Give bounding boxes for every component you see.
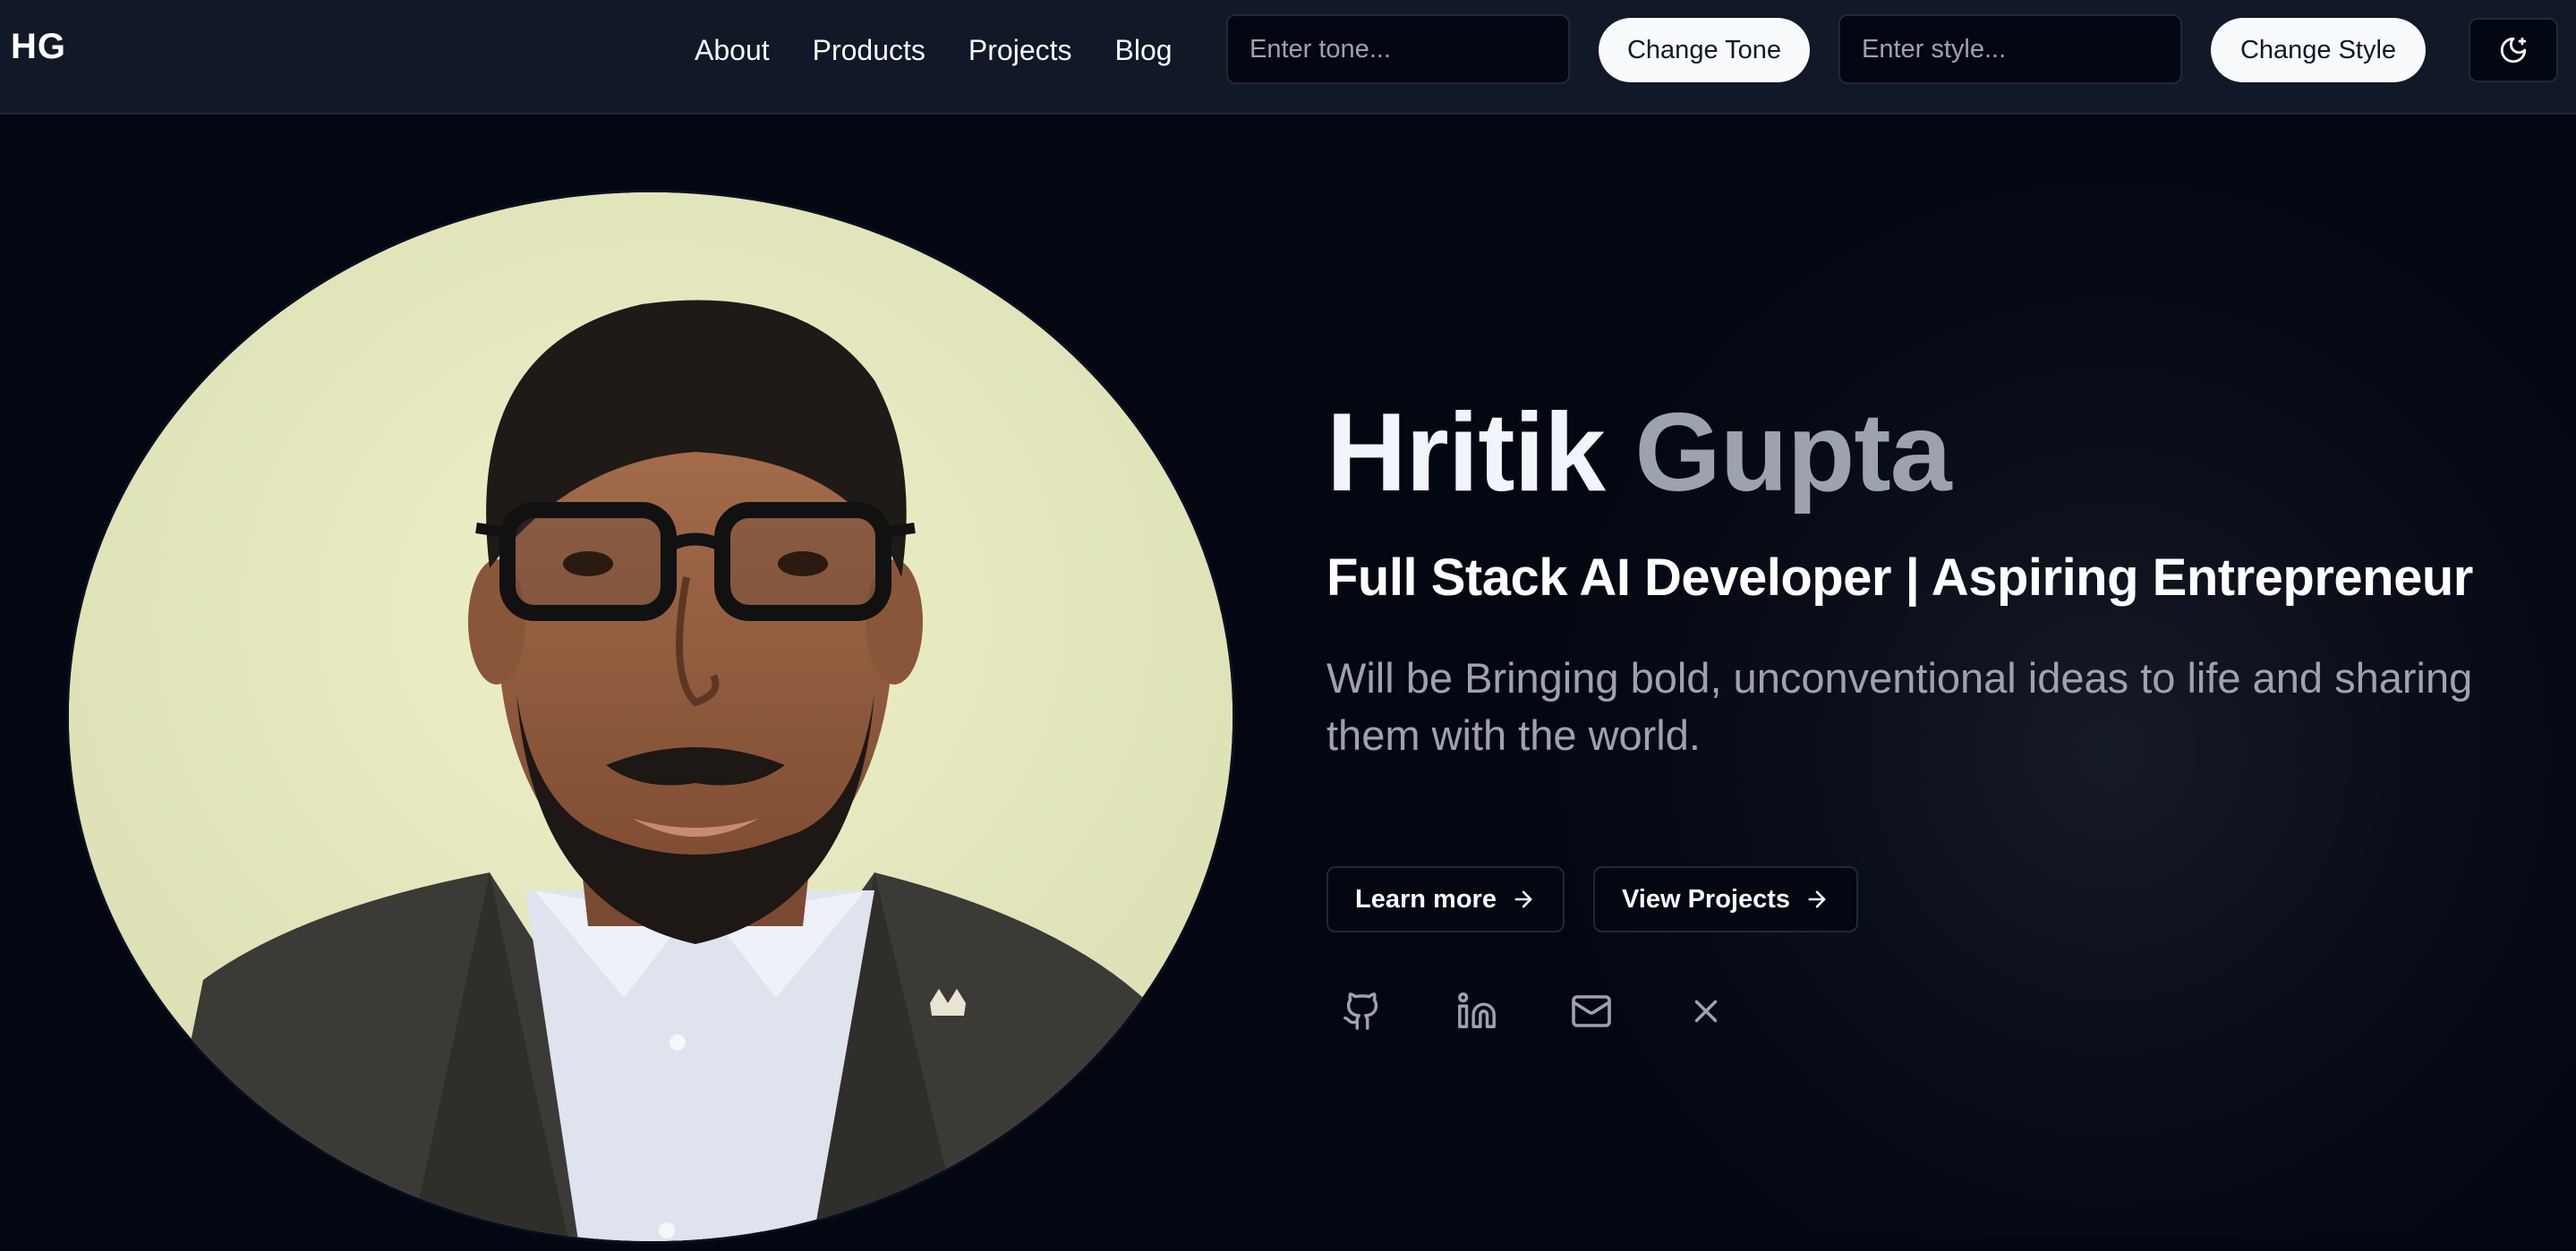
nav-links: About Products Projects Blog [695,32,1215,68]
hero-bio: Will be Bringing bold, unconventional id… [1326,654,2473,759]
x-link[interactable] [1677,983,1735,1040]
navbar: HG About Products Projects Blog Change T… [0,0,2576,115]
email-link[interactable] [1563,983,1620,1040]
moon-stars-icon [2500,37,2527,64]
learn-more-button[interactable]: Learn more [1326,866,1565,932]
hero-subtitle: Full Stack AI Developer | Aspiring Entre… [1326,549,2473,607]
view-projects-label: View Projects [1621,884,1791,914]
change-style-button[interactable]: Change Style [2211,18,2426,82]
arrow-right-icon [1808,890,1826,908]
hero-name: Hritik Gupta [1326,390,1952,515]
arrow-right-icon [1514,890,1532,908]
theme-toggle-button[interactable] [2469,18,2558,82]
style-input[interactable] [1838,14,2182,84]
learn-more-label: Learn more [1355,884,1497,914]
view-projects-button[interactable]: View Projects [1593,866,1858,932]
hero-name-first: Hritik [1326,391,1606,515]
hero-name-last: Gupta [1634,391,1951,515]
nav-link-about[interactable]: About [695,32,770,68]
nav-link-projects[interactable]: Projects [968,32,1072,68]
linkedin-link[interactable] [1448,983,1506,1040]
linkedin-icon [1458,992,1496,1028]
github-link[interactable] [1334,983,1391,1040]
site-logo[interactable]: HG [11,27,66,67]
nav-link-blog[interactable]: Blog [1115,32,1173,68]
nav-link-products[interactable]: Products [813,32,925,68]
x-icon [1694,1000,1718,1023]
mail-icon [1572,995,1611,1027]
github-icon [1343,992,1378,1030]
tone-input[interactable] [1226,14,1570,84]
profile-photo [66,190,1235,1244]
profile-portrait-illustration [69,192,1233,1241]
change-tone-button[interactable]: Change Tone [1599,18,1810,82]
